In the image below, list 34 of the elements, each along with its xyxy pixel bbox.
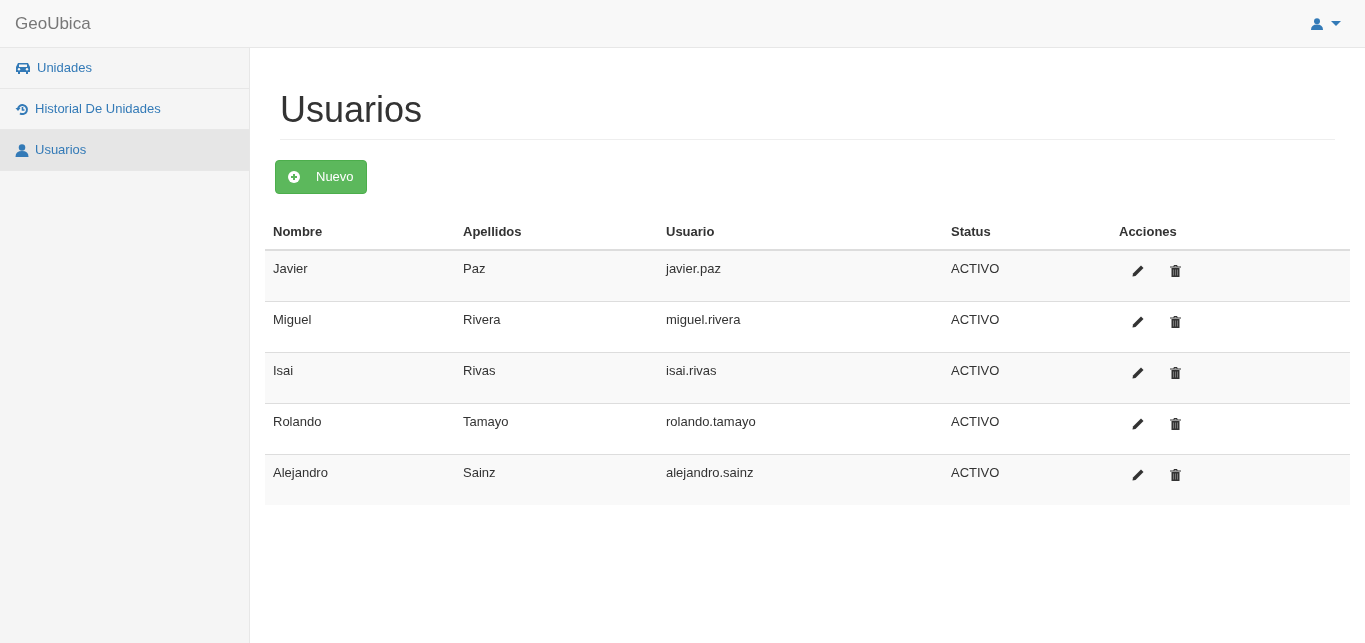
sidebar-item[interactable]: Usuarios (0, 130, 249, 171)
pencil-icon[interactable] (1132, 468, 1144, 481)
table-cell: Alejandro (265, 454, 455, 506)
user-icon (1311, 17, 1323, 30)
table-cell: ACTIVO (943, 454, 1111, 506)
table-cell: Isai (265, 352, 455, 404)
trash-icon[interactable] (1170, 315, 1181, 328)
table-cell: Paz (455, 250, 658, 302)
user-icon (15, 143, 29, 157)
trash-icon[interactable] (1170, 468, 1181, 481)
trash-icon[interactable] (1170, 417, 1181, 430)
pencil-icon[interactable] (1132, 315, 1144, 328)
new-button[interactable]: Nuevo (275, 160, 367, 194)
caret-icon (1331, 21, 1341, 26)
car-icon (15, 62, 31, 74)
table-cell: alejandro.sainz (658, 454, 943, 506)
history-icon (15, 102, 29, 116)
trash-icon[interactable] (1170, 366, 1181, 379)
table-cell: Javier (265, 250, 455, 302)
table-cell: Sainz (455, 454, 658, 506)
table-cell: isai.rivas (658, 352, 943, 404)
table-cell: javier.paz (658, 250, 943, 302)
table-cell: ACTIVO (943, 250, 1111, 302)
brand-name[interactable]: GeoUbica (0, 10, 106, 37)
table-cell: ACTIVO (943, 352, 1111, 404)
sidebar-item[interactable]: Unidades (0, 48, 249, 89)
plus-circle-icon (288, 170, 300, 183)
page-title: Usuarios (280, 88, 1335, 141)
user-menu-button[interactable] (1311, 17, 1341, 30)
pencil-icon[interactable] (1132, 366, 1144, 379)
trash-icon[interactable] (1170, 265, 1181, 278)
pencil-icon[interactable] (1132, 417, 1144, 430)
pencil-icon[interactable] (1132, 265, 1144, 278)
table-cell: Rivas (455, 352, 658, 404)
